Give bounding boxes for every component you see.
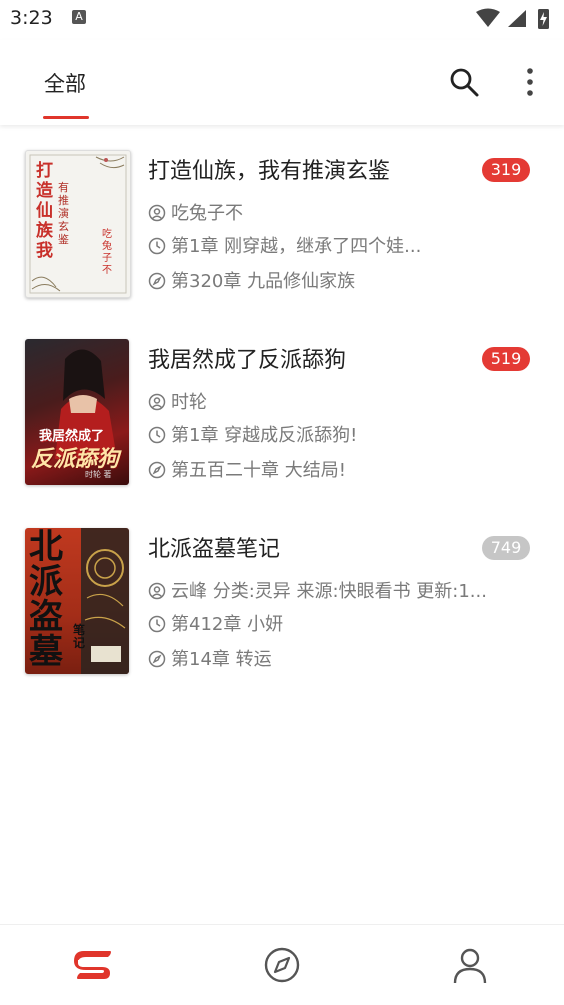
compass-icon [148,650,166,668]
book-cover: 我居然成了 反派舔狗 时轮 著 [25,339,129,485]
profile-icon[interactable] [450,945,490,985]
author-text: 云峰 分类:灵异 来源:快眼看书 更新:1... [171,581,487,602]
person-circle-icon [148,204,166,222]
latest-chapter: 第五百二十章 大结局! [148,456,523,482]
latest-chapter: 第14章 转运 [148,645,523,671]
cover-author: 时轮 著 [85,470,112,479]
compass-icon [148,272,166,290]
book-title: 北派盗墓笔记 [148,537,281,562]
book-author: 云峰 分类:灵异 来源:快眼看书 更新:1... [148,577,523,603]
book-item[interactable]: 打造仙族我 有推演玄鉴 吃兔子不 打造仙族，我有推演玄鉴 319 吃兔子不 第1… [0,126,564,298]
compass-icon [148,461,166,479]
book-cover: 打造仙族我 有推演玄鉴 吃兔子不 [25,150,131,298]
latest-read-text: 第412章 小妍 [171,614,284,635]
cover-main-title: 北派盗墓 [29,528,63,672]
unread-count-badge: 519 [482,347,530,371]
cover-main-title: 打造仙族我 [36,161,53,261]
author-text: 吃兔子不 [171,203,243,224]
book-author: 时轮 [148,388,523,414]
status-bar: 3:23 A [0,0,564,40]
cover-sub-title: 有推演玄鉴 [58,181,69,246]
person-circle-icon [148,582,166,600]
cover-sub-title: 笔记 [73,623,86,650]
system-status-icons [476,8,549,29]
more-options-icon[interactable] [519,66,541,98]
unread-count-badge: 319 [482,158,530,182]
author-text: 时轮 [171,392,207,413]
clock-icon [148,237,166,255]
latest-read-text: 第1章 刚穿越，继承了四个娃... [171,236,422,257]
last-chapter-text: 第320章 九品修仙家族 [171,271,356,292]
last-chapter-text: 第14章 转运 [171,649,272,670]
latest-chapter: 第320章 九品修仙家族 [148,267,523,293]
active-tab-indicator [43,116,89,119]
clock-icon [148,426,166,444]
search-icon[interactable] [448,66,480,98]
person-circle-icon [148,393,166,411]
book-item[interactable]: 我居然成了 反派舔狗 时轮 著 我居然成了反派舔狗 519 时轮 第1章 穿越成… [0,315,564,485]
cover-author: 吃兔子不 [102,229,112,276]
status-time: 3:23 [10,7,53,29]
tab-all[interactable]: 全部 [44,68,86,98]
book-title: 我居然成了反派舔狗 [148,348,347,373]
bookshelf-icon[interactable] [74,945,114,985]
notification-icon: A [72,10,86,24]
book-author: 吃兔子不 [148,199,523,225]
book-cover: 北派盗墓 笔记 [25,528,129,674]
reading-progress: 第1章 刚穿越，继承了四个娃... [148,232,523,258]
top-app-bar: 全部 [0,40,564,125]
book-title: 打造仙族，我有推演玄鉴 [148,159,391,184]
book-item[interactable]: 北派盗墓 笔记 北派盗墓笔记 749 云峰 分类:灵异 来源:快眼看书 更新:1… [0,504,564,674]
reading-progress: 第412章 小妍 [148,610,523,636]
last-chapter-text: 第五百二十章 大结局! [171,460,346,481]
unread-count-badge: 749 [482,536,530,560]
clock-icon [148,615,166,633]
discover-icon[interactable] [262,945,302,985]
bottom-navigation [0,924,564,1005]
reading-progress: 第1章 穿越成反派舔狗! [148,421,523,447]
latest-read-text: 第1章 穿越成反派舔狗! [171,425,358,446]
